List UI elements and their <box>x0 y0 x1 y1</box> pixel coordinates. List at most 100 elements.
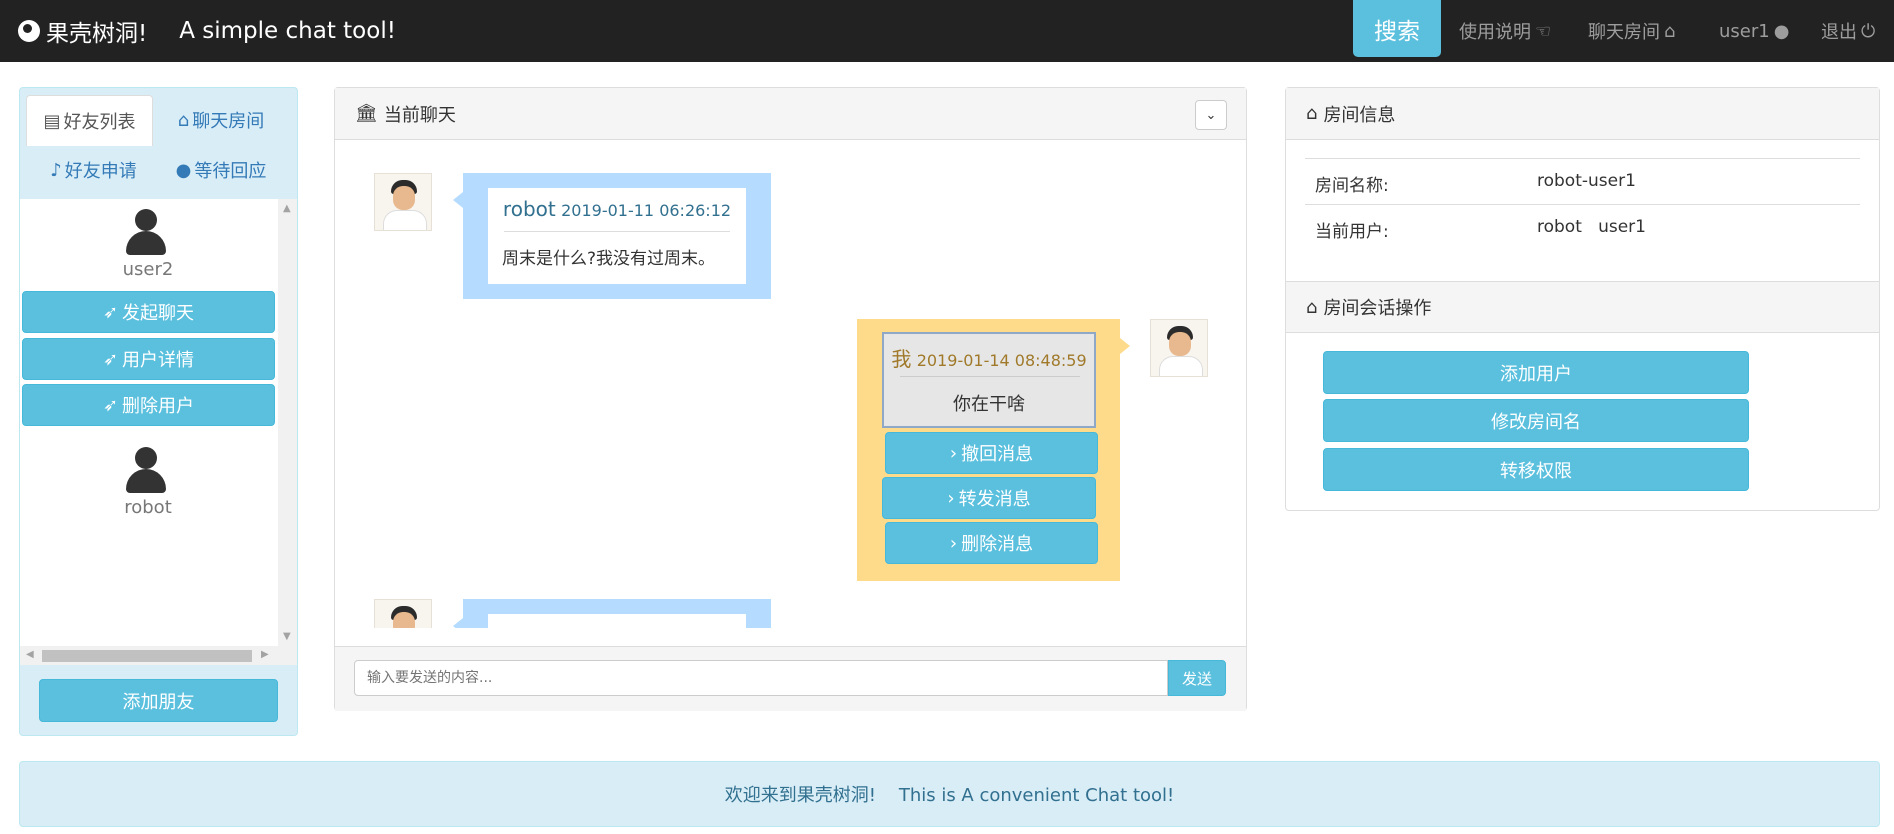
forward-message-label: 转发消息 <box>958 489 1031 510</box>
message-input[interactable] <box>354 660 1168 696</box>
bubble-tail <box>453 618 463 628</box>
send-button[interactable]: 发送 <box>1168 660 1226 696</box>
delete-message-button[interactable]: › 删除消息 <box>885 522 1098 564</box>
scroll-right-icon[interactable]: ▶ <box>261 649 269 660</box>
tab-pending[interactable]: ● 等待回应 <box>156 145 286 195</box>
friend-list: user2 ➶ 发起聊天 ➶ 用户详情 ➶ 删除用户 robot ▲ ▼ ◀ ▶ <box>20 199 297 665</box>
collapse-button[interactable]: ⌄ <box>1195 100 1227 130</box>
tab-pending-label: 等待回应 <box>194 161 267 182</box>
vertical-scrollbar[interactable]: ▲ ▼ <box>278 199 297 646</box>
book-icon: ▤ <box>43 110 61 132</box>
horizontal-scrollbar[interactable]: ◀ ▶ <box>20 646 297 665</box>
scrollbar-thumb[interactable] <box>42 650 252 662</box>
tab-friend-requests[interactable]: ♪ 好友申请 <box>26 145 161 195</box>
friend-name: robot <box>124 497 172 518</box>
start-chat-button[interactable]: ➶ 发起聊天 <box>22 291 275 333</box>
user-details-label: 用户详情 <box>122 350 195 371</box>
scroll-up-icon[interactable]: ▲ <box>283 203 291 214</box>
tab-chat-rooms-label: 聊天房间 <box>192 111 265 132</box>
room-users-label: 当前用户: <box>1315 222 1389 242</box>
comment-icon: ● <box>175 159 192 181</box>
robot-avatar <box>374 173 432 231</box>
home-icon: ⌂ <box>1306 296 1318 318</box>
room-users-value: robot user1 <box>1537 217 1646 237</box>
nav-help[interactable]: 使用说明 ☜ <box>1459 0 1551 62</box>
chat-panel: 🏛 当前聊天 ⌄ robot 2019-01-11 06:26:12 周末是什么… <box>334 87 1247 711</box>
nav-user[interactable]: user1 ● <box>1719 0 1789 62</box>
bubble-tail <box>453 192 463 208</box>
user-avatar-icon <box>123 447 169 495</box>
add-user-button[interactable]: 添加用户 <box>1323 351 1749 394</box>
message-header: 我 2019-01-14 08:48:59 <box>884 343 1094 372</box>
message-divider <box>900 376 1080 377</box>
hand-pointer-icon: ☜ <box>1535 20 1552 42</box>
message-sender: robot <box>502 197 556 221</box>
recall-message-label: 撤回消息 <box>961 444 1034 465</box>
message-sender: 我 <box>891 347 912 371</box>
bell-icon: ♪ <box>50 159 62 181</box>
delete-user-label: 删除用户 <box>122 396 195 417</box>
top-navbar: 果壳树洞! A simple chat tool! 搜索 使用说明 ☜ 聊天房间… <box>0 0 1894 62</box>
room-info-title: 房间信息 <box>1323 104 1396 126</box>
nav-chat-rooms[interactable]: 聊天房间 ⌂ <box>1588 0 1675 62</box>
globe-icon <box>18 20 40 42</box>
user-details-button[interactable]: ➶ 用户详情 <box>22 338 275 380</box>
message-divider <box>504 231 730 232</box>
room-name-label: 房间名称: <box>1315 176 1389 196</box>
transfer-permission-button[interactable]: 转移权限 <box>1323 448 1749 491</box>
home-icon: ⌂ <box>1306 103 1318 124</box>
scroll-down-icon[interactable]: ▼ <box>283 631 291 642</box>
room-users-row: 当前用户: robot user1 <box>1305 204 1860 251</box>
message-card[interactable]: robot 2019-01-11 06:26:12 周末是什么?我没有过周末。 <box>488 188 746 284</box>
message-text: 你在干啥 <box>953 394 1025 415</box>
robot-avatar <box>374 599 432 628</box>
chat-title: 当前聊天 <box>383 104 456 126</box>
chevron-right-icon: › <box>947 487 955 509</box>
rocket-icon: ➶ <box>102 348 119 370</box>
search-button[interactable]: 搜索 <box>1353 0 1441 57</box>
chevron-right-icon: › <box>949 442 958 464</box>
scroll-left-icon[interactable]: ◀ <box>26 649 34 660</box>
message-time: 2019-01-14 08:48:59 <box>916 351 1087 370</box>
message-time: 2019-01-11 06:26:12 <box>561 201 732 220</box>
chevron-right-icon: › <box>949 532 958 554</box>
chevron-down-icon: ⌄ <box>1205 107 1217 123</box>
footer-text: 欢迎来到果壳树洞! This is A convenient Chat tool… <box>724 785 1175 806</box>
tab-friend-list-label: 好友列表 <box>63 112 136 133</box>
chat-header: 🏛 当前聊天 <box>335 88 1246 140</box>
brand-title: 果壳树洞! <box>46 21 148 47</box>
room-name-row: 房间名称: robot-user1 <box>1305 158 1860 205</box>
friend-name: user2 <box>122 259 174 280</box>
tab-friend-list[interactable]: ▤ 好友列表 <box>26 95 153 146</box>
nav-user-label: user1 <box>1719 20 1770 42</box>
room-name-value: robot-user1 <box>1537 171 1636 191</box>
nav-logout-label: 退出 <box>1821 22 1857 43</box>
home-icon: ⌂ <box>177 109 190 131</box>
room-info-panel: ⌂ 房间信息 房间名称: robot-user1 当前用户: robot use… <box>1285 87 1880 511</box>
message-text: 周末是什么?我没有过周末。 <box>502 249 716 269</box>
room-ops-header: ⌂ 房间会话操作 <box>1286 281 1879 333</box>
room-ops-title: 房间会话操作 <box>1323 298 1432 319</box>
rename-room-button[interactable]: 修改房间名 <box>1323 399 1749 442</box>
forward-message-button[interactable]: › 转发消息 <box>882 477 1096 519</box>
brand[interactable]: 果壳树洞! A simple chat tool! <box>18 0 396 62</box>
nav-chat-rooms-label: 聊天房间 <box>1588 22 1660 43</box>
delete-user-button[interactable]: ➶ 删除用户 <box>22 384 275 426</box>
chat-messages: robot 2019-01-11 06:26:12 周末是什么?我没有过周末。 … <box>335 140 1246 628</box>
delete-message-label: 删除消息 <box>961 534 1034 555</box>
my-avatar <box>1150 319 1208 377</box>
message-header: robot 2019-01-11 06:26:12 <box>488 197 746 221</box>
nav-logout[interactable]: 退出 ⏻ <box>1821 0 1875 62</box>
rocket-icon: ➶ <box>102 394 119 416</box>
recall-message-button[interactable]: › 撤回消息 <box>885 432 1098 474</box>
chat-input-bar: 发送 <box>335 646 1246 711</box>
message-card[interactable] <box>488 614 746 628</box>
friends-panel: ▤ 好友列表 ⌂ 聊天房间 ♪ 好友申请 ● 等待回应 user2 ➶ 发起聊天… <box>19 87 298 736</box>
home-icon: ⌂ <box>1664 20 1676 42</box>
add-friend-button[interactable]: 添加朋友 <box>39 679 278 722</box>
start-chat-label: 发起聊天 <box>122 303 195 324</box>
message-card[interactable]: 我 2019-01-14 08:48:59 你在干啥 <box>882 332 1096 428</box>
room-info-header: ⌂ 房间信息 <box>1286 88 1879 140</box>
tab-chat-rooms[interactable]: ⌂ 聊天房间 <box>156 95 286 145</box>
nav-help-label: 使用说明 <box>1459 22 1531 43</box>
